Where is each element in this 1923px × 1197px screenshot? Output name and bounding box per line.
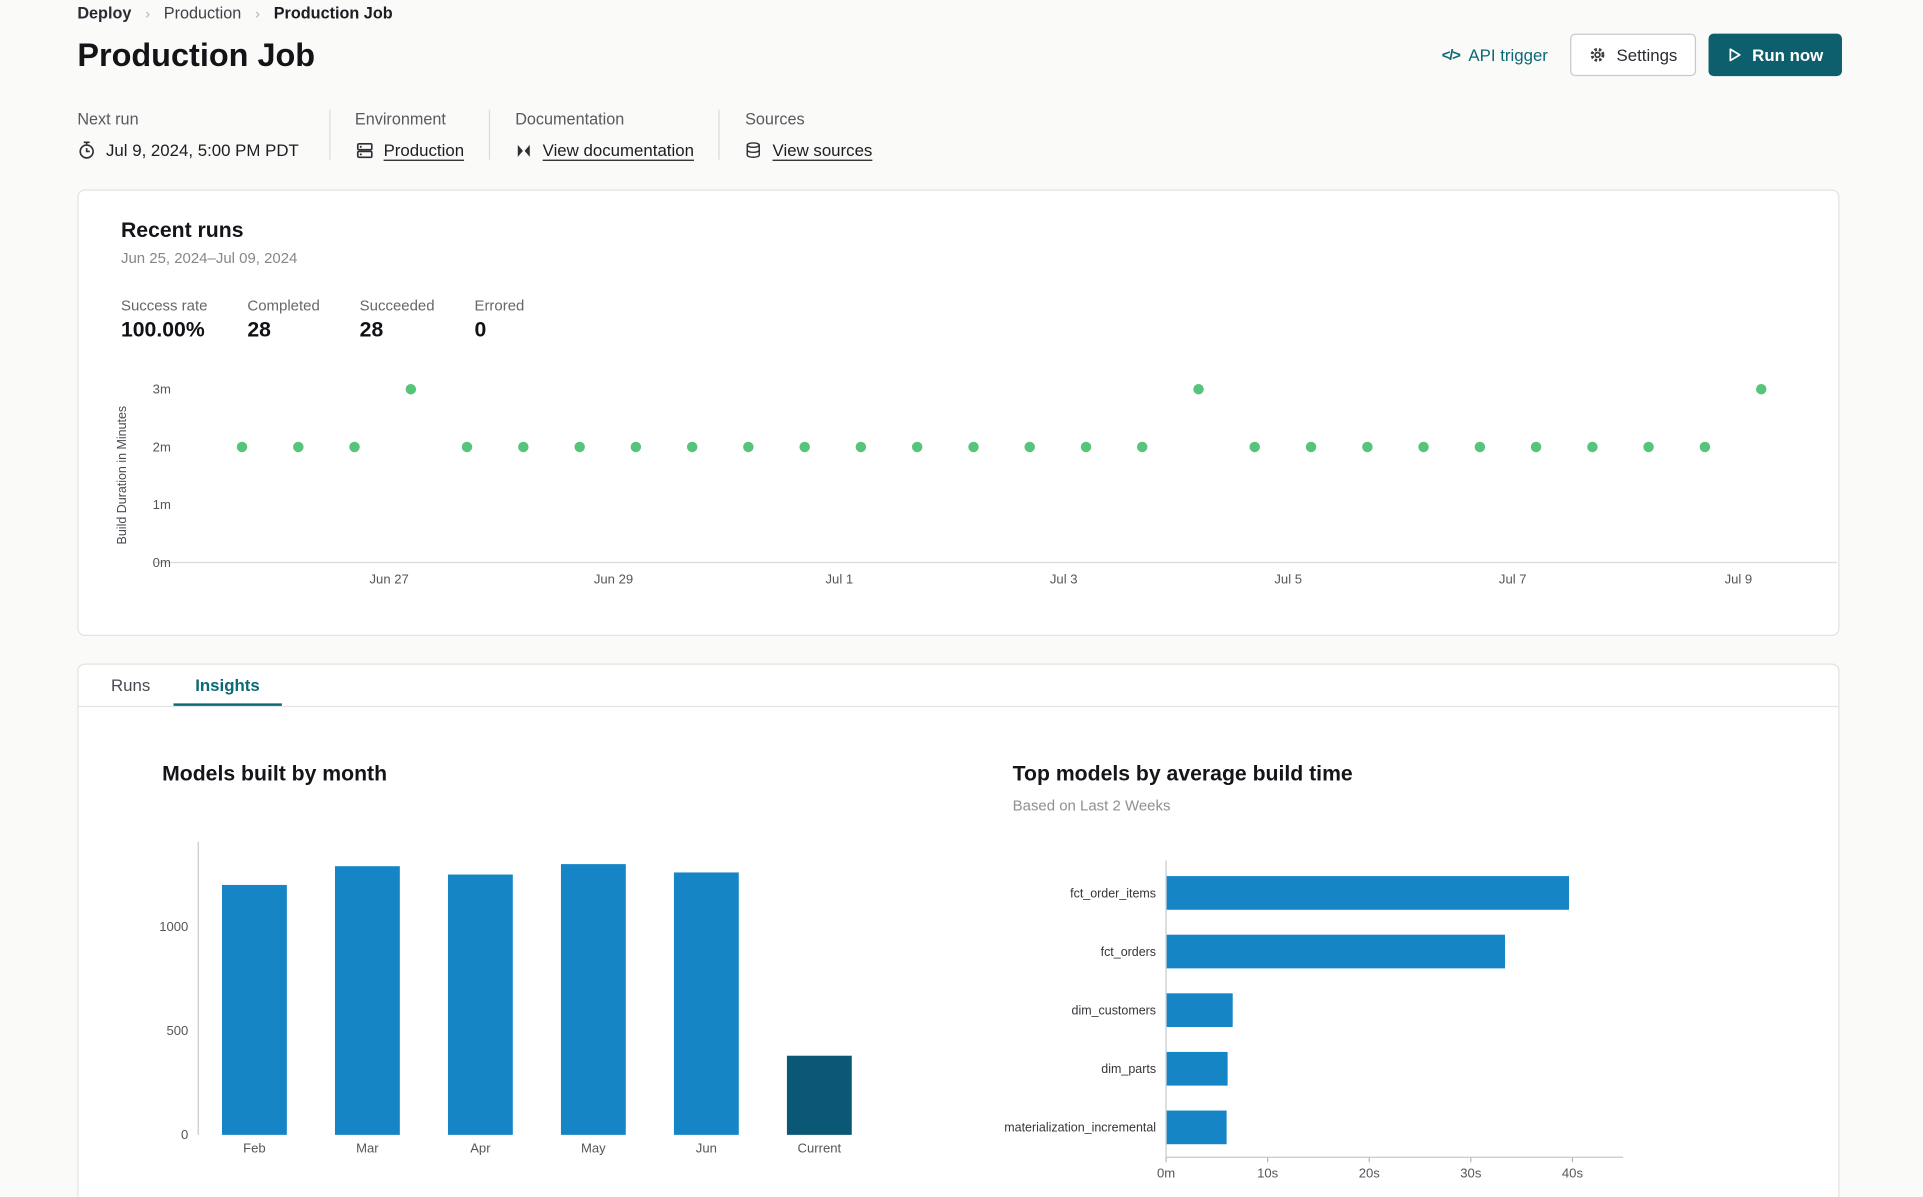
svg-text:30s: 30s [1460, 1165, 1482, 1180]
recent-runs-stats: Success rate 100.00% Completed 28 Succee… [121, 297, 1838, 343]
svg-text:Jul 1: Jul 1 [826, 572, 854, 587]
environment-label: Environment [354, 109, 446, 129]
database-icon [747, 142, 761, 158]
code-icon: </> [1441, 46, 1461, 64]
svg-text:Jul 3: Jul 3 [1050, 572, 1078, 587]
api-trigger-label: API trigger [1468, 45, 1548, 65]
page-title: Production Job [77, 35, 316, 73]
play-icon [1729, 48, 1741, 62]
breadcrumb-production[interactable]: Production [164, 4, 242, 23]
meta-documentation: Documentation View documentation [489, 109, 719, 160]
tab-strip: Runs Insights [78, 665, 1839, 708]
svg-text:1000: 1000 [159, 919, 188, 934]
environment-icon [356, 143, 373, 159]
stat-completed: Completed 28 [247, 296, 320, 342]
recent-runs-card: Recent runs Jun 25, 2024–Jul 09, 2024 Su… [77, 189, 1841, 637]
job-detail-card: Runs Insights Models built by month 0 500… [77, 663, 1840, 1197]
svg-text:500: 500 [166, 1023, 188, 1038]
svg-text:Feb: Feb [243, 1140, 266, 1155]
meta-environment: Environment Production [328, 109, 489, 160]
svg-text:Mar: Mar [356, 1140, 379, 1155]
svg-text:0: 0 [181, 1127, 188, 1142]
svg-text:Jul 7: Jul 7 [1499, 572, 1527, 587]
chevron-right-icon: › [255, 4, 261, 22]
clock-icon [79, 141, 94, 159]
svg-text:3m: 3m [153, 382, 171, 397]
svg-text:40s: 40s [1562, 1165, 1584, 1180]
top-models-subtitle: Based on Last 2 Weeks [1012, 796, 1171, 815]
api-trigger-link[interactable]: </> API trigger [1442, 46, 1548, 65]
svg-text:2m: 2m [153, 439, 171, 454]
stat-succeeded: Succeeded 28 [359, 296, 435, 342]
insights-panel: Models built by month 0 500 1000 Feb Mar Apr M… [79, 707, 1839, 1197]
top-models-title: Top models by average build time [1012, 761, 1353, 786]
page: Deploy › Production › Production Job Pro… [0, 0, 1923, 1197]
next-run-value: Jul 9, 2024, 5:00 PM PDT [106, 140, 299, 160]
svg-text:May: May [581, 1140, 606, 1155]
header-actions: </> API trigger Settings Run now [1442, 33, 1842, 77]
models-by-month-chart: 0 500 1000 Feb Mar Apr May Jun Current [159, 841, 852, 1155]
svg-text:Jun 29: Jun 29 [594, 572, 633, 587]
page-header: Production Job </> API trigger Settings … [77, 33, 1842, 77]
svg-text:Jun: Jun [696, 1140, 717, 1155]
svg-text:dim_customers: dim_customers [1072, 1004, 1157, 1018]
recent-runs-date-range: Jun 25, 2024–Jul 09, 2024 [120, 249, 298, 267]
svg-text:20s: 20s [1359, 1165, 1381, 1180]
settings-button[interactable]: Settings [1570, 33, 1697, 77]
docs-icon [517, 144, 530, 157]
view-documentation-link[interactable]: View documentation [543, 141, 694, 160]
svg-text:Apr: Apr [470, 1140, 491, 1155]
meta-sources: Sources View sources [718, 109, 897, 160]
svg-text:fct_orders: fct_orders [1101, 945, 1156, 959]
run-duration-chart[interactable]: 0m 1m 2m 3m Jun 27 Jun 29 Jul 1 Jul 3 Jul 5 Jul 7… [79, 340, 1841, 633]
chevron-right-icon: › [145, 4, 151, 22]
models-by-month-title: Models built by month [162, 761, 388, 786]
run-now-button[interactable]: Run now [1708, 33, 1842, 77]
svg-text:1m: 1m [153, 497, 171, 512]
recent-runs-title: Recent runs [120, 218, 244, 242]
run-now-label: Run now [1752, 45, 1824, 65]
top-models-chart: 0m 10s 20s 30s 40s fct_order_items fct_ordersd… [1004, 860, 1624, 1180]
svg-text:0m: 0m [153, 555, 171, 570]
svg-text:10s: 10s [1257, 1165, 1279, 1180]
svg-text:materialization_incremental: materialization_incremental [1004, 1121, 1156, 1135]
job-meta-row: Next run Jul 9, 2024, 5:00 PM PDT Enviro… [77, 109, 897, 160]
next-run-label: Next run [77, 109, 139, 129]
view-sources-link[interactable]: View sources [773, 141, 873, 160]
svg-text:Jul 9: Jul 9 [1725, 572, 1753, 587]
svg-text:Current: Current [798, 1140, 842, 1155]
documentation-label: Documentation [515, 109, 625, 129]
meta-next-run: Next run Jul 9, 2024, 5:00 PM PDT [77, 110, 328, 160]
svg-text:fct_order_items: fct_order_items [1070, 886, 1156, 900]
settings-label: Settings [1616, 45, 1678, 65]
breadcrumb-deploy[interactable]: Deploy [77, 4, 131, 23]
svg-text:Jun 27: Jun 27 [370, 572, 409, 587]
stat-success-rate: Success rate 100.00% [120, 296, 208, 342]
svg-text:Jul 5: Jul 5 [1274, 572, 1302, 587]
tab-runs[interactable]: Runs [89, 665, 173, 706]
svg-text:0m: 0m [1157, 1165, 1175, 1180]
svg-text:Build Duration in Minutes: Build Duration in Minutes [115, 406, 129, 545]
environment-link[interactable]: Production [384, 141, 464, 160]
breadcrumb-production-job: Production Job [273, 3, 393, 23]
gear-icon [1590, 47, 1605, 62]
tab-insights[interactable]: Insights [173, 665, 282, 706]
stat-errored: Errored 0 [474, 296, 525, 342]
breadcrumb: Deploy › Production › Production Job [77, 4, 392, 23]
svg-text:dim_parts: dim_parts [1101, 1062, 1156, 1076]
sources-label: Sources [745, 109, 805, 129]
